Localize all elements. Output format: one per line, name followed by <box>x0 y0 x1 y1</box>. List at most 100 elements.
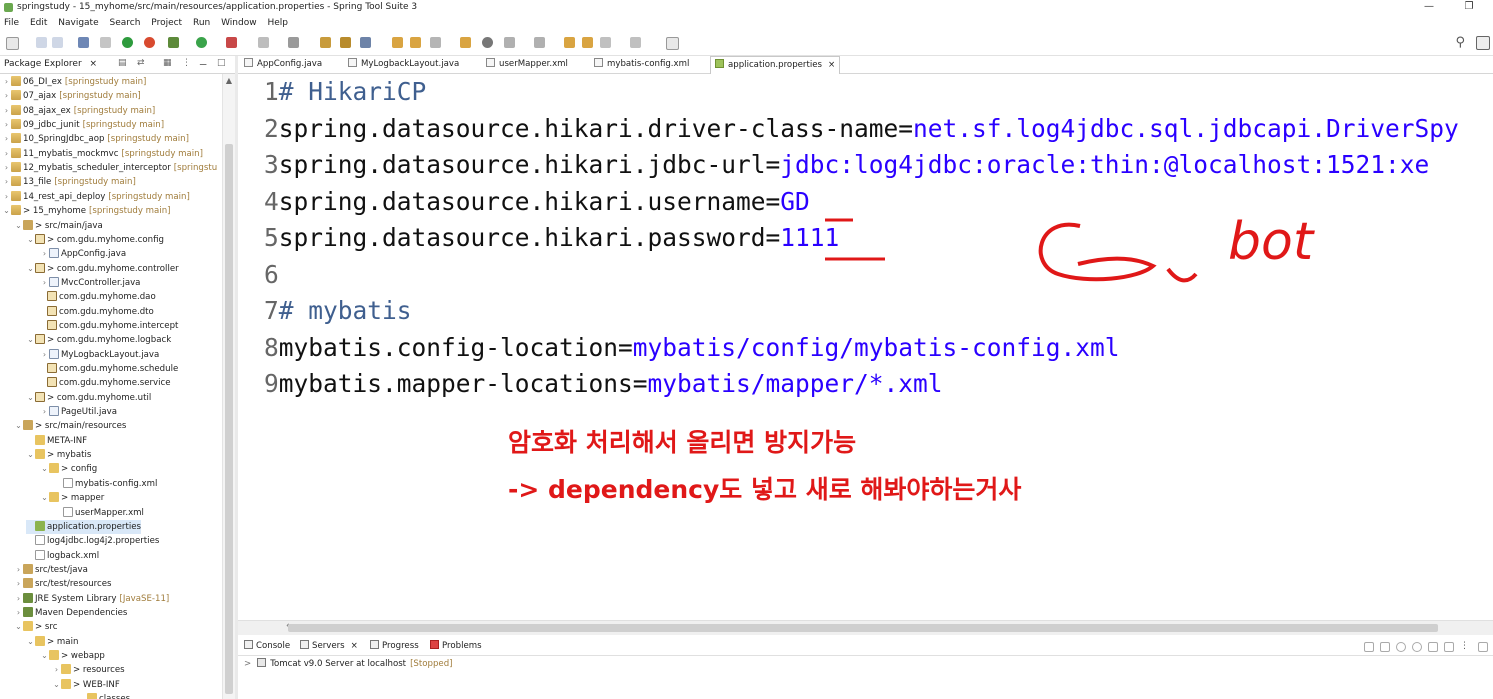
new-java-project-icon[interactable] <box>320 37 331 48</box>
expand-toggle-icon[interactable]: › <box>2 147 11 161</box>
minimize-view-icon[interactable]: ⚊ <box>199 58 207 68</box>
tree-item[interactable]: mybatis-config.xml <box>54 477 157 491</box>
expand-toggle-icon[interactable]: ⌄ <box>2 204 11 218</box>
code-editor[interactable]: 1# HikariCP 2spring.datasource.hikari.dri… <box>238 74 1493 620</box>
expand-toggle-icon[interactable]: ⌄ <box>26 635 35 649</box>
new-server-icon[interactable] <box>1364 642 1374 652</box>
tree-item[interactable]: › 14_rest_api_deploy [springstudy main] <box>2 190 190 204</box>
expand-toggle-icon[interactable]: › <box>14 606 23 620</box>
tree-item[interactable]: userMapper.xml <box>54 506 144 520</box>
tree-item[interactable]: ⌄ > com.gdu.myhome.logback <box>26 333 171 347</box>
tab-usermapper[interactable]: userMapper.xml <box>486 56 568 73</box>
tree-item[interactable]: ⌄ > mybatis <box>26 448 91 462</box>
tab-mybatis-config[interactable]: mybatis-config.xml <box>594 56 689 73</box>
expand-toggle-icon[interactable]: ⌄ <box>26 262 35 276</box>
back-icon[interactable] <box>582 37 593 48</box>
tree-item[interactable]: classes <box>78 692 130 699</box>
stop-server-icon[interactable] <box>1428 642 1438 652</box>
last-edit-icon[interactable] <box>564 37 575 48</box>
expand-toggle-icon[interactable]: › <box>2 190 11 204</box>
tree-item[interactable]: › JRE System Library [JavaSE-11] <box>14 592 169 606</box>
tree-scrollbar-thumb[interactable] <box>225 144 233 694</box>
save-all-icon[interactable] <box>52 37 63 48</box>
expand-toggle-icon[interactable]: › <box>2 132 11 146</box>
external-tools-icon[interactable] <box>226 37 237 48</box>
tree-item[interactable]: com.gdu.myhome.intercept <box>38 319 178 333</box>
expand-toggle-icon[interactable]: › <box>2 175 11 189</box>
tab-problems[interactable]: Problems <box>430 640 482 651</box>
tab-application-properties[interactable]: application.properties × <box>710 56 841 74</box>
run-icon[interactable] <box>196 37 207 48</box>
menu-navigate[interactable]: Navigate <box>54 16 102 31</box>
scroll-up-icon[interactable]: ▲ <box>223 76 235 85</box>
expand-toggle-icon[interactable]: ⌄ <box>26 233 35 247</box>
save-icon[interactable] <box>36 37 47 48</box>
expand-toggle-icon[interactable]: › <box>2 161 11 175</box>
expand-toggle-icon[interactable]: › <box>2 89 11 103</box>
tree-item[interactable]: › src/test/java <box>14 563 88 577</box>
forward-icon[interactable] <box>600 37 611 48</box>
expand-icon[interactable]: > <box>244 659 251 669</box>
profile-server-icon[interactable] <box>1412 642 1422 652</box>
expand-toggle-icon[interactable]: ⌄ <box>52 678 61 692</box>
tree-item[interactable]: › 08_ajax_ex [springstudy main] <box>2 104 155 118</box>
pin-editor-icon[interactable] <box>666 37 679 50</box>
tree-item[interactable]: application.properties <box>26 519 141 534</box>
tab-mylogbacklayout[interactable]: MyLogbackLayout.java <box>348 56 459 73</box>
expand-toggle-icon[interactable]: ⌄ <box>40 462 49 476</box>
tab-console[interactable]: Console <box>244 640 290 651</box>
link-editor-icon[interactable]: ⇄ <box>137 58 145 68</box>
collapse-all-icon[interactable]: ▤ <box>118 58 127 68</box>
open-type-icon[interactable] <box>392 37 403 48</box>
expand-toggle-icon[interactable]: › <box>40 348 49 362</box>
tree-item[interactable]: ⌄ > src <box>14 620 57 634</box>
expand-toggle-icon[interactable]: › <box>14 563 23 577</box>
view-menu-icon[interactable]: ⋮ <box>182 58 191 68</box>
expand-toggle-icon[interactable]: › <box>40 405 49 419</box>
tree-item[interactable]: logback.xml <box>26 549 99 563</box>
view-menu-icon[interactable]: ⋮ <box>1460 642 1469 652</box>
globe-icon[interactable] <box>482 37 493 48</box>
tree-item[interactable]: com.gdu.myhome.dao <box>38 290 156 304</box>
menu-search[interactable]: Search <box>106 16 145 31</box>
tree-item[interactable]: › Maven Dependencies <box>14 606 127 620</box>
menu-window[interactable]: Window <box>217 16 261 31</box>
tree-item[interactable]: ⌄ > 15_myhome [springstudy main] <box>2 204 171 218</box>
tree-item[interactable]: › MyLogbackLayout.java <box>40 348 159 362</box>
tree-item[interactable]: log4jdbc.log4j2.properties <box>26 534 159 548</box>
terminal-icon[interactable] <box>78 37 89 48</box>
expand-toggle-icon[interactable]: ⌄ <box>26 448 35 462</box>
minimize-panel-icon[interactable] <box>1478 642 1488 652</box>
tree-item[interactable]: ⌄ > com.gdu.myhome.controller <box>26 262 179 276</box>
expand-toggle-icon[interactable]: ⌄ <box>40 491 49 505</box>
debug-server-icon[interactable] <box>1380 642 1390 652</box>
new-class-icon[interactable] <box>360 37 371 48</box>
menu-file[interactable]: File <box>0 16 23 31</box>
search-icon[interactable]: ⚲ <box>1455 35 1465 50</box>
tree-item[interactable]: com.gdu.myhome.service <box>38 376 171 390</box>
forward-history-icon[interactable] <box>630 37 641 48</box>
tree-item[interactable]: › PageUtil.java <box>40 405 117 419</box>
filter-icon[interactable]: ▦ <box>163 58 172 68</box>
search-folder-icon[interactable] <box>460 37 471 48</box>
tab-appconfig[interactable]: AppConfig.java <box>244 56 322 73</box>
expand-toggle-icon[interactable]: › <box>2 104 11 118</box>
tree-item[interactable]: com.gdu.myhome.dto <box>38 305 154 319</box>
tree-item[interactable]: META-INF <box>26 434 87 448</box>
expand-toggle-icon[interactable]: › <box>2 118 11 132</box>
open-task-icon[interactable] <box>410 37 421 48</box>
expand-toggle-icon[interactable]: › <box>2 75 11 89</box>
tree-item[interactable]: › 09_jdbc_junit [springstudy main] <box>2 118 164 132</box>
new-package-icon[interactable] <box>340 37 351 48</box>
expand-toggle-icon[interactable]: › <box>14 577 23 591</box>
tree-item[interactable]: ⌄ > webapp <box>40 649 105 663</box>
tab-progress[interactable]: Progress <box>370 640 419 651</box>
tree-item[interactable]: ⌄ > src/main/resources <box>14 419 126 433</box>
expand-toggle-icon[interactable]: › <box>40 247 49 261</box>
close-icon[interactable]: × <box>351 641 358 651</box>
expand-toggle-icon[interactable]: ⌄ <box>14 419 23 433</box>
tree-item[interactable]: ⌄ > WEB-INF <box>52 678 120 692</box>
tree-item[interactable]: › 12_mybatis_scheduler_interceptor [spring… <box>2 161 217 175</box>
editor-horizontal-scrollbar[interactable]: ‹ <box>238 620 1493 635</box>
tree-item[interactable]: › 10_SpringJdbc_aop [springstudy main] <box>2 132 189 146</box>
